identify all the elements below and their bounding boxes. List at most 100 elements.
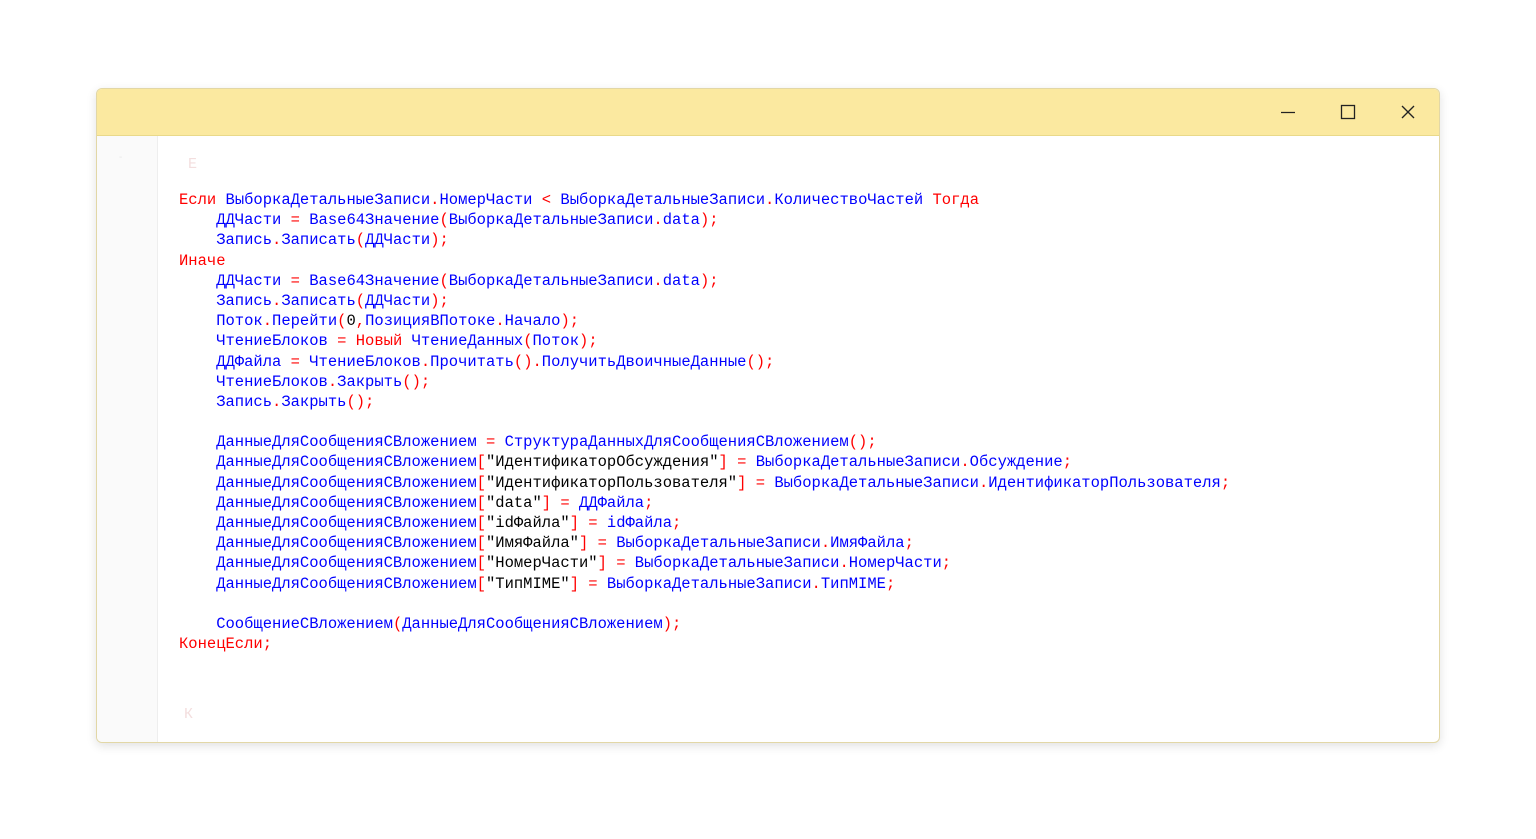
code-line[interactable]: ДанныеДляСообщенияСВложением["НомерЧасти… xyxy=(179,553,1230,573)
code-token: . xyxy=(811,574,821,593)
code-token: Поток xyxy=(532,332,580,351)
code-token: ДанныеДляСообщенияСВложением xyxy=(402,614,663,633)
code-token: ); xyxy=(579,332,598,351)
code-token: Если xyxy=(179,191,217,209)
code-token: Записать xyxy=(281,231,356,250)
code-line[interactable]: ДДЧасти = Base64Значение(ВыборкаДетальны… xyxy=(179,271,1230,291)
code-line[interactable]: СообщениеСВложением(ДанныеДляСообщенияСВ… xyxy=(179,614,1230,634)
code-block[interactable]: Если ВыборкаДетальныеЗаписи.НомерЧасти <… xyxy=(179,190,1230,654)
code-line[interactable] xyxy=(179,594,1230,614)
close-button[interactable] xyxy=(1385,97,1431,127)
code-token: data xyxy=(662,271,700,290)
code-token: ВыборкаДетальныеЗаписи xyxy=(448,271,654,290)
code-token: "data" xyxy=(485,493,542,512)
code-line[interactable] xyxy=(179,412,1230,432)
code-token: = xyxy=(290,271,300,290)
code-token: "НомерЧасти" xyxy=(485,554,598,573)
code-line[interactable]: ДанныеДляСообщенияСВложением["Идентифика… xyxy=(179,452,1230,472)
code-token: [ xyxy=(476,473,486,492)
code-token: Начало xyxy=(504,312,561,331)
code-line[interactable]: ЧтениеБлоков.Закрыть(); xyxy=(179,372,1230,392)
code-token: ДДЧасти xyxy=(179,211,291,230)
code-token: ] = xyxy=(597,554,626,573)
code-line[interactable]: Иначе xyxy=(179,251,1230,271)
code-token: ЧтениеБлоков xyxy=(179,372,328,391)
code-token: . xyxy=(960,453,970,472)
maximize-icon xyxy=(1340,104,1356,120)
code-token: ДДЧасти xyxy=(365,231,431,250)
code-token: СообщениеСВложением xyxy=(179,614,393,633)
code-token: Обсуждение xyxy=(969,453,1063,472)
code-token: ДДФайла xyxy=(569,493,645,512)
code-line[interactable]: ДДЧасти = Base64Значение(ВыборкаДетальны… xyxy=(179,210,1230,230)
code-token: ДДФайла xyxy=(179,352,291,371)
code-token: ВыборкаДетальныеЗаписи xyxy=(746,453,961,472)
code-line[interactable]: Запись.Записать(ДДЧасти); xyxy=(179,230,1230,250)
maximize-button[interactable] xyxy=(1325,97,1371,127)
code-token: Перейти xyxy=(272,312,338,331)
code-token: ДДЧасти xyxy=(365,291,431,310)
title-bar[interactable] xyxy=(97,89,1439,136)
code-line[interactable]: КонецЕсли; xyxy=(179,634,1230,654)
code-editor[interactable]: Е Если ВыборкаДетальныеЗаписи.НомерЧасти… xyxy=(158,136,1439,742)
code-token: . xyxy=(839,554,849,573)
code-token: . xyxy=(420,352,431,371)
code-token: Записать xyxy=(281,291,356,310)
faint-text-top: Е xyxy=(188,156,198,173)
code-line[interactable]: ДДФайла = ЧтениеБлоков.Прочитать().Получ… xyxy=(179,352,1230,372)
code-token: ВыборкаДетальныеЗаписи xyxy=(597,574,812,593)
close-icon xyxy=(1401,105,1415,119)
code-line[interactable]: ДанныеДляСообщенияСВложением["ИмяФайла"]… xyxy=(179,533,1230,553)
code-line[interactable]: Запись.Записать(ДДЧасти); xyxy=(179,291,1230,311)
code-line[interactable]: ДанныеДляСообщенияСВложением["Идентифика… xyxy=(179,473,1230,493)
code-token: . xyxy=(820,534,831,553)
code-token: Base64Значение xyxy=(299,211,440,230)
code-token: ВыборкаДетальныеЗаписи xyxy=(216,191,431,209)
code-token: = xyxy=(290,352,300,371)
code-token: Base64Значение xyxy=(299,271,440,290)
code-token: (); xyxy=(402,372,431,391)
code-token: . xyxy=(262,312,273,331)
code-token: [ xyxy=(476,574,486,593)
code-token: < xyxy=(541,191,552,209)
code-token: ; xyxy=(644,493,654,512)
minimize-button[interactable] xyxy=(1265,97,1311,127)
code-token: ); xyxy=(560,312,580,331)
editor-window: - Е Если ВыборкаДетальныеЗаписи.НомерЧас… xyxy=(96,88,1440,743)
code-token: ; xyxy=(1220,473,1231,492)
code-token: = xyxy=(485,433,496,452)
code-token: "ИдентификаторОбсуждения" xyxy=(485,453,719,472)
code-line[interactable]: Поток.Перейти(0,ПозицияВПотоке.Начало); xyxy=(179,311,1230,331)
code-token: ДанныеДляСообщенияСВложением xyxy=(179,574,477,593)
code-token: ] = xyxy=(737,473,766,492)
code-token: . xyxy=(978,473,989,492)
code-token: (); xyxy=(746,352,775,371)
code-line[interactable]: ДанныеДляСообщенияСВложением["ТипMIME"] … xyxy=(179,574,1230,594)
code-token: = xyxy=(290,211,300,230)
code-line[interactable]: ДанныеДляСообщенияСВложением = Структура… xyxy=(179,432,1230,452)
code-token: ИдентификаторПользователя xyxy=(988,473,1221,492)
code-token: . xyxy=(272,231,282,250)
code-token: ] = xyxy=(541,493,570,512)
code-token: [ xyxy=(476,453,486,472)
code-token: ; xyxy=(672,514,682,532)
code-token: "ТипMIME" xyxy=(485,574,570,593)
code-line[interactable]: Запись.Закрыть(); xyxy=(179,392,1230,412)
code-token: . xyxy=(765,191,775,209)
code-token: (); xyxy=(848,433,877,452)
code-token: ( xyxy=(355,231,366,250)
code-line[interactable]: Если ВыборкаДетальныеЗаписи. НомерЧасти <… xyxy=(179,190,1230,210)
code-line[interactable]: ДанныеДляСообщенияСВложением["idФайла"] … xyxy=(179,513,1230,533)
code-token: ВыборкаДетальныеЗаписи xyxy=(448,211,654,230)
minimize-icon xyxy=(1281,111,1295,114)
code-token: . xyxy=(272,291,282,310)
code-token: Поток xyxy=(179,312,263,331)
code-token: idФайла xyxy=(597,514,673,532)
line-gutter: - xyxy=(97,136,158,742)
code-line[interactable]: ЧтениеБлоков = Новый ЧтениеДанных(Поток)… xyxy=(179,331,1230,351)
code-line[interactable]: ДанныеДляСообщенияСВложением["data"] = Д… xyxy=(179,493,1230,513)
code-token: "ИмяФайла" xyxy=(485,534,579,553)
code-token: Запись xyxy=(179,392,273,411)
code-token: ДанныеДляСообщенияСВложением xyxy=(179,473,477,492)
code-token: Закрыть xyxy=(337,372,403,391)
